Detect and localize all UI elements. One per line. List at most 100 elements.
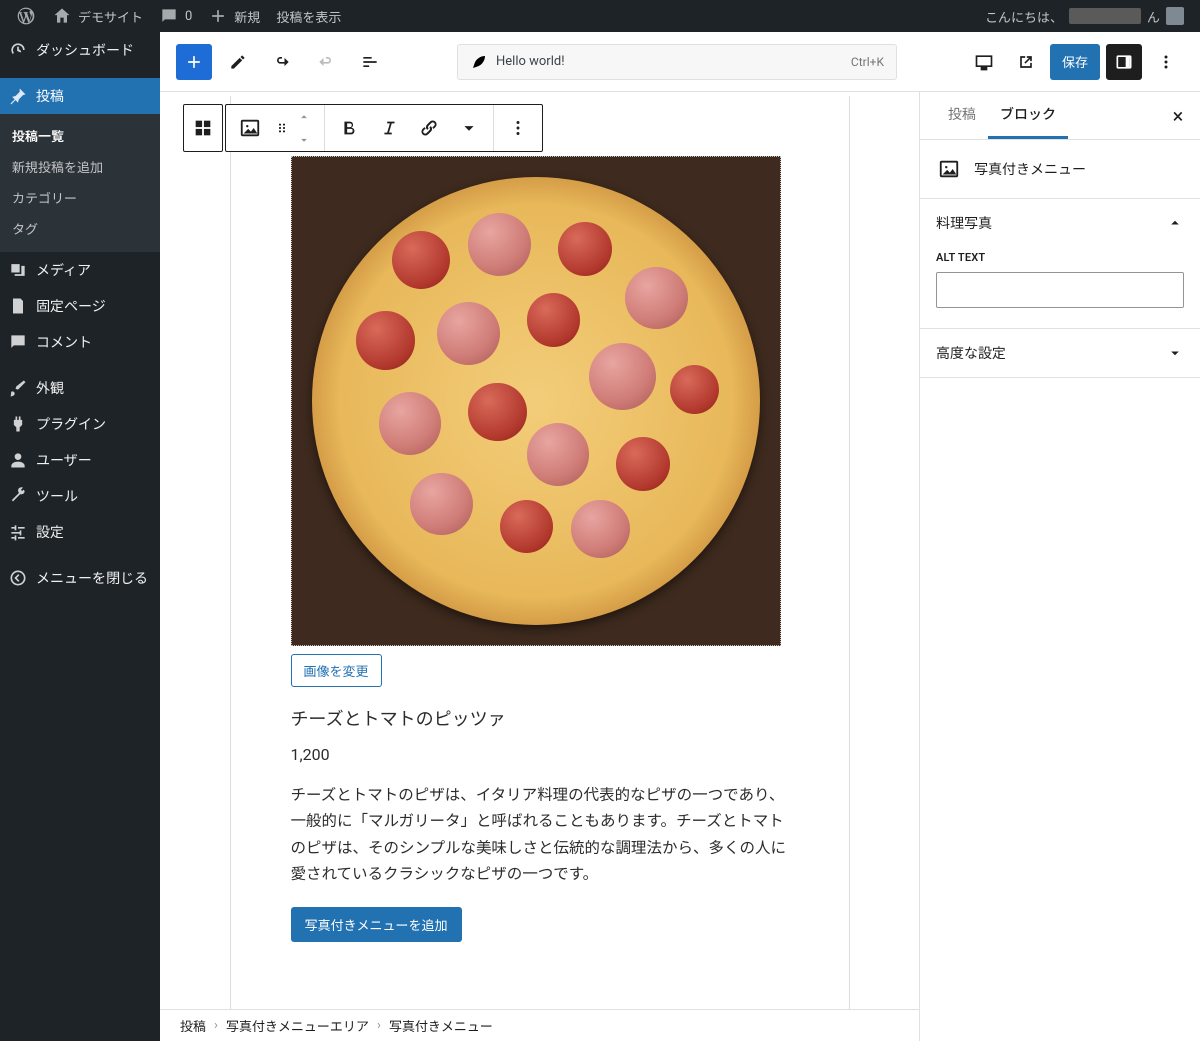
admin-bar: デモサイト 0 新規 投稿を表示 こんにちは、 ん [0,0,1200,32]
wrench-icon [8,486,28,506]
panel-advanced-toggle[interactable]: 高度な設定 [920,329,1200,377]
sidebar-item-appearance[interactable]: 外観 [0,370,160,406]
editor-canvas-wrap: 画像を変更 チーズとトマトのピッツァ 1,200 チーズとトマトのピザは、イタリ… [160,92,920,1041]
sidebar-item-settings[interactable]: 設定 [0,514,160,550]
drag-handle-icon[interactable] [274,120,290,136]
account-menu[interactable]: こんにちは、 ん [977,0,1192,32]
sidebar-item-users[interactable]: ユーザー [0,442,160,478]
collapse-label: メニューを閉じる [36,568,148,588]
menu-image[interactable] [291,156,781,646]
tools-toggle-button[interactable] [220,44,256,80]
editor-area: Hello world! Ctrl+K 保存 [160,32,1200,1041]
move-up-button[interactable] [292,105,316,128]
link-button[interactable] [409,105,449,151]
redo-button[interactable] [308,44,344,80]
more-vertical-icon [507,117,529,139]
site-name-menu[interactable]: デモサイト [44,0,151,32]
block-container[interactable]: 画像を変更 チーズとトマトのピッツァ 1,200 チーズとトマトのピザは、イタリ… [291,156,789,942]
pin-icon [8,86,28,106]
options-menu-button[interactable] [1148,44,1184,80]
breadcrumb-item[interactable]: 写真付きメニュー [389,1016,493,1035]
chevron-up-icon [1166,214,1184,232]
editor-canvas-scroll[interactable]: 画像を変更 チーズとトマトのピッツァ 1,200 チーズとトマトのピザは、イタリ… [160,92,919,1009]
undo-button[interactable] [264,44,300,80]
comments-menu[interactable]: 0 [151,0,200,32]
view-post-link[interactable]: 投稿を表示 [268,0,349,32]
settings-panel-toggle[interactable] [1106,44,1142,80]
menu-item-description[interactable]: チーズとトマトのピザは、イタリア料理の代表的なピザの一つであり、一般的に「マルガ… [291,782,789,887]
tab-post[interactable]: 投稿 [936,92,988,139]
document-title-bar[interactable]: Hello world! Ctrl+K [457,44,897,80]
panel-advanced-title: 高度な設定 [936,343,1006,363]
close-icon: × [1173,104,1184,128]
sidebar-item-posts[interactable]: 投稿 [0,78,160,114]
pages-label: 固定ページ [36,296,106,316]
brush-icon [8,378,28,398]
collapse-icon [8,568,28,588]
sidebar-item-plugins[interactable]: プラグイン [0,406,160,442]
italic-button[interactable] [369,105,409,151]
block-type-button[interactable] [230,105,270,151]
document-overview-button[interactable] [352,44,388,80]
select-parent-button[interactable] [183,104,223,152]
sliders-icon [8,522,28,542]
menu-item-title[interactable]: チーズとトマトのピッツァ [291,705,789,731]
chevron-down-icon [1166,344,1184,362]
block-breadcrumb: 投稿 › 写真付きメニューエリア › 写真付きメニュー [160,1009,919,1041]
panel-photo-toggle[interactable]: 料理写真 [920,199,1200,247]
sidebar-item-comments[interactable]: コメント [0,324,160,360]
alt-text-input[interactable] [936,272,1184,308]
menu-item-price[interactable]: 1,200 [291,745,789,764]
undo-icon [272,52,292,72]
block-name-label: 写真付きメニュー [974,159,1086,179]
redo-icon [316,52,336,72]
block-options-button[interactable] [498,105,538,151]
image-block-icon [239,117,261,139]
new-content-menu[interactable]: 新規 [200,0,268,32]
users-label: ユーザー [36,450,92,470]
list-icon [360,52,380,72]
italic-icon [378,117,400,139]
appearance-label: 外観 [36,378,64,398]
sidebar-collapse-button[interactable]: メニューを閉じる [0,560,160,596]
chevron-down-icon [458,117,480,139]
new-content-label: 新規 [234,7,260,26]
sidebar-subitem-categories[interactable]: カテゴリー [0,182,160,213]
more-rich-text-button[interactable] [449,105,489,151]
sidebar-item-media[interactable]: メディア [0,252,160,288]
media-label: メディア [36,260,91,280]
tools-label: ツール [36,486,78,506]
bold-button[interactable] [329,105,369,151]
greeting-suffix-label: ん [1147,7,1160,26]
close-inspector-button[interactable]: × [1164,102,1192,130]
edit-icon [228,52,248,72]
plus-icon [184,52,204,72]
breadcrumb-item[interactable]: 投稿 [180,1016,206,1035]
save-button[interactable]: 保存 [1050,44,1100,80]
username-censored [1069,8,1141,24]
editor-canvas[interactable]: 画像を変更 チーズとトマトのピッツァ 1,200 チーズとトマトのピザは、イタリ… [230,96,850,1009]
sidebar-item-tools[interactable]: ツール [0,478,160,514]
change-image-button[interactable]: 画像を変更 [291,654,382,687]
view-desktop-button[interactable] [966,44,1002,80]
wp-logo-menu[interactable] [8,0,44,32]
plus-icon [208,6,228,26]
sidebar-subitem-all-posts[interactable]: 投稿一覧 [0,120,160,151]
home-icon [52,6,72,26]
sidebar-item-dashboard[interactable]: ダッシュボード [0,32,160,68]
bold-icon [338,117,360,139]
greeting-prefix-label: こんにちは、 [985,7,1063,26]
sidebar-subitem-add-new[interactable]: 新規投稿を追加 [0,151,160,182]
sidebar-item-pages[interactable]: 固定ページ [0,288,160,324]
add-menu-button[interactable]: 写真付きメニューを追加 [291,907,462,942]
inspector-panel: 投稿 ブロック × 写真付きメニュー 料理写真 [920,92,1200,1041]
sidebar-subitem-tags[interactable]: タグ [0,213,160,244]
comment-icon [8,332,28,352]
inserter-button[interactable] [176,44,212,80]
tab-block[interactable]: ブロック [988,92,1068,139]
admin-sidebar: ダッシュボード 投稿 投稿一覧 新規投稿を追加 カテゴリー タグ メディア 固定… [0,32,160,1041]
chevron-down-icon [297,133,311,147]
view-post-button[interactable] [1008,44,1044,80]
move-down-button[interactable] [292,128,316,151]
breadcrumb-item[interactable]: 写真付きメニューエリア [226,1016,369,1035]
